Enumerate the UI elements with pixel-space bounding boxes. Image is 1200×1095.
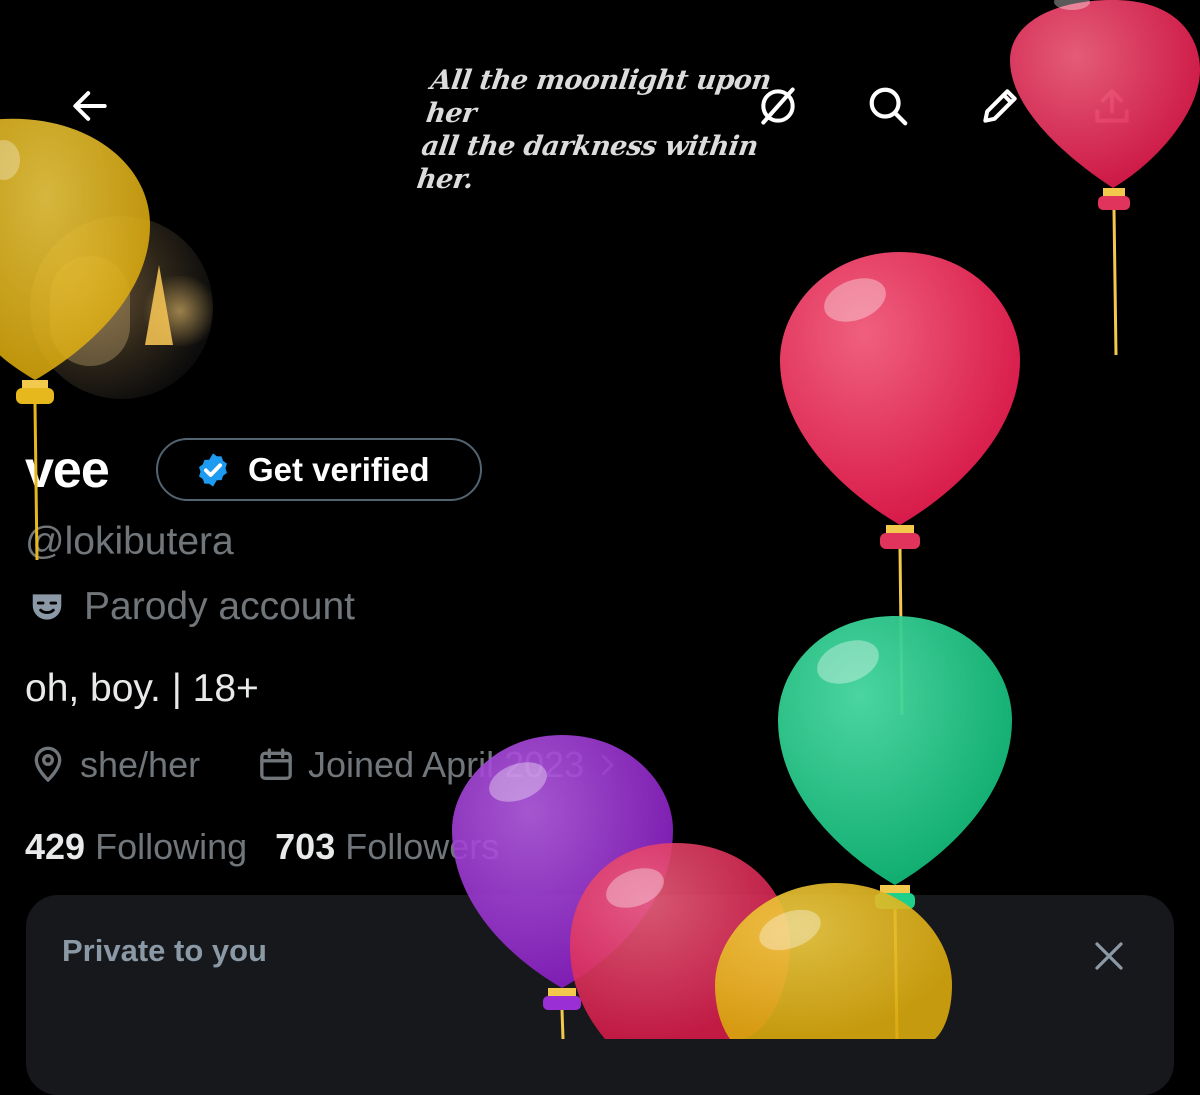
- share-button[interactable]: [1082, 76, 1142, 136]
- pronouns-item: she/her: [28, 744, 200, 786]
- grok-button[interactable]: [748, 76, 808, 136]
- following-link[interactable]: 429 Following: [25, 826, 247, 868]
- get-verified-label: Get verified: [248, 450, 430, 488]
- joined-label: Joined April 2023: [308, 744, 585, 785]
- theater-mask-icon: [32, 594, 62, 620]
- location-pin-icon: [34, 746, 62, 783]
- search-button[interactable]: [858, 76, 918, 136]
- following-count: 429: [25, 826, 86, 867]
- search-icon: [869, 87, 908, 126]
- grok-icon: [761, 87, 795, 125]
- bio: oh, boy. | 18+: [25, 667, 259, 710]
- close-icon: [1095, 942, 1123, 970]
- followers-label: Followers: [345, 826, 500, 867]
- calendar-icon: [260, 748, 292, 780]
- handle: @lokibutera: [25, 520, 234, 563]
- back-button[interactable]: [60, 76, 120, 136]
- private-card-title: Private to you: [62, 933, 267, 968]
- followers-link[interactable]: 703 Followers: [275, 826, 499, 868]
- get-verified-button[interactable]: Get verified: [156, 438, 482, 501]
- parody-label: Parody account: [84, 585, 356, 628]
- share-icon: [1095, 89, 1129, 123]
- joined-item[interactable]: Joined April 2023: [256, 744, 622, 786]
- back-arrow-icon: [73, 91, 107, 121]
- edit-button[interactable]: [970, 76, 1030, 136]
- display-name: vee: [25, 441, 110, 499]
- avatar[interactable]: [30, 216, 213, 399]
- close-button[interactable]: [1084, 931, 1134, 981]
- following-label: Following: [95, 826, 248, 867]
- followers-count: 703: [275, 826, 336, 867]
- follow-stats: 429 Following 703 Followers: [25, 826, 499, 868]
- eiffel-tower-glow: [145, 265, 173, 345]
- parody-label-row: Parody account: [28, 585, 355, 629]
- edit-icon: [983, 89, 1017, 123]
- private-card: Private to you: [26, 895, 1174, 1095]
- banner-quote: All the moonlight upon her all the darkn…: [414, 65, 773, 195]
- pronouns-label: she/her: [80, 744, 201, 785]
- balloon-red-top: [1010, 0, 1200, 356]
- verified-badge-icon: [199, 452, 227, 487]
- chevron-right-icon: [602, 754, 614, 776]
- balloon-red-middle: [780, 252, 1020, 716]
